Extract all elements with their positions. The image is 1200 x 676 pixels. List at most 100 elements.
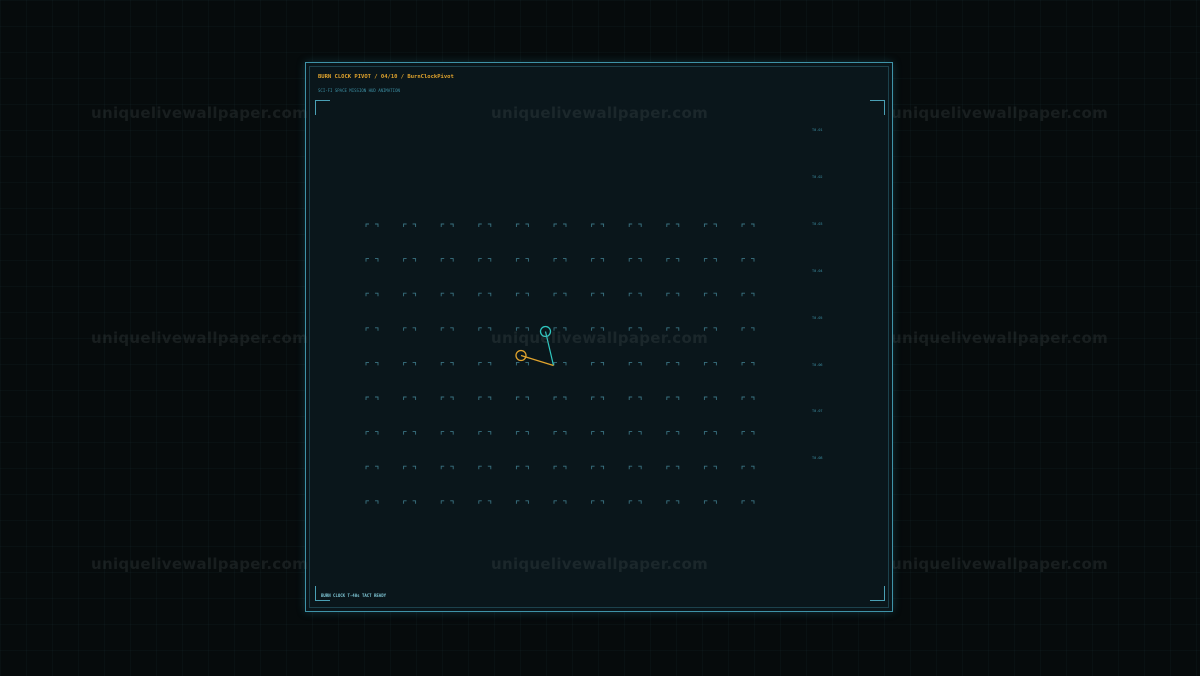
watermark-text: uniquelivewallpaper.com bbox=[91, 329, 309, 347]
grid-bracket bbox=[515, 500, 529, 504]
grid-bracket bbox=[703, 500, 717, 504]
grid-bracket bbox=[515, 292, 529, 297]
grid-bracket bbox=[666, 465, 680, 470]
grid-bracket bbox=[553, 500, 567, 504]
grid-bracket bbox=[628, 396, 642, 400]
grid-bracket bbox=[741, 431, 755, 435]
bracket-grid bbox=[365, 223, 755, 504]
grid-bracket bbox=[403, 327, 417, 331]
grid-bracket bbox=[741, 292, 755, 297]
grid-bracket bbox=[666, 500, 680, 504]
grid-bracket bbox=[591, 465, 605, 470]
watermark-text: uniquelivewallpaper.com bbox=[891, 329, 1109, 347]
watermark-text: uniquelivewallpaper.com bbox=[91, 555, 309, 573]
grid-bracket bbox=[703, 396, 717, 400]
grid-bracket bbox=[403, 361, 417, 366]
grid-bracket bbox=[666, 223, 680, 227]
watermark-text: uniquelivewallpaper.com bbox=[91, 104, 309, 122]
grid-bracket bbox=[478, 223, 492, 227]
grid-bracket bbox=[591, 258, 605, 262]
grid-bracket bbox=[628, 223, 642, 227]
grid-bracket bbox=[628, 361, 642, 366]
grid-bracket bbox=[741, 258, 755, 262]
grid-bracket bbox=[591, 431, 605, 435]
grid-bracket bbox=[365, 465, 379, 470]
grid-bracket bbox=[440, 223, 454, 227]
grid-bracket bbox=[403, 465, 417, 470]
grid-bracket bbox=[703, 223, 717, 227]
grid-bracket bbox=[515, 396, 529, 400]
grid-bracket bbox=[703, 292, 717, 297]
grid-bracket bbox=[403, 223, 417, 227]
grid-bracket bbox=[553, 258, 567, 262]
pivot-linkage bbox=[515, 325, 555, 367]
grid-bracket bbox=[515, 258, 529, 262]
grid-bracket bbox=[478, 500, 492, 504]
grid-bracket bbox=[365, 500, 379, 504]
grid-bracket bbox=[591, 327, 605, 331]
grid-bracket bbox=[365, 292, 379, 297]
grid-bracket bbox=[515, 361, 529, 366]
grid-bracket bbox=[703, 258, 717, 262]
grid-bracket bbox=[365, 327, 379, 331]
watermark-text: uniquelivewallpaper.com bbox=[891, 104, 1109, 122]
grid-bracket bbox=[440, 292, 454, 297]
grid-bracket bbox=[703, 327, 717, 331]
grid-bracket bbox=[478, 292, 492, 297]
grid-bracket bbox=[403, 258, 417, 262]
watermark-text: uniquelivewallpaper.com bbox=[891, 555, 1109, 573]
grid-bracket bbox=[365, 258, 379, 262]
grid-bracket bbox=[440, 465, 454, 470]
grid-bracket bbox=[628, 327, 642, 331]
grid-bracket bbox=[741, 223, 755, 227]
grid-bracket bbox=[365, 431, 379, 435]
grid-bracket bbox=[591, 223, 605, 227]
grid-bracket bbox=[440, 500, 454, 504]
grid-bracket bbox=[628, 465, 642, 470]
grid-bracket bbox=[666, 431, 680, 435]
grid-bracket bbox=[553, 292, 567, 297]
grid-bracket bbox=[478, 465, 492, 470]
grid-bracket bbox=[515, 223, 529, 227]
grid-bracket bbox=[591, 361, 605, 366]
grid-bracket bbox=[741, 361, 755, 366]
grid-bracket bbox=[666, 292, 680, 297]
grid-bracket bbox=[478, 431, 492, 435]
wallpaper-background: BURN CLOCK PIVOT / 04/10 / BurnClockPivo… bbox=[0, 0, 1200, 676]
grid-bracket bbox=[591, 396, 605, 400]
grid-bracket bbox=[741, 465, 755, 470]
grid-bracket bbox=[478, 361, 492, 366]
grid-bracket bbox=[628, 258, 642, 262]
grid-bracket bbox=[553, 223, 567, 227]
grid-bracket bbox=[440, 361, 454, 366]
grid-bracket bbox=[553, 465, 567, 470]
grid-bracket bbox=[478, 258, 492, 262]
grid-bracket bbox=[515, 327, 529, 331]
grid-bracket bbox=[553, 361, 567, 366]
grid-bracket bbox=[591, 500, 605, 504]
grid-bracket bbox=[403, 292, 417, 297]
grid-bracket bbox=[666, 396, 680, 400]
status-readout: BURN CLOCK T-40s TACT READY bbox=[321, 593, 387, 598]
grid-bracket bbox=[703, 465, 717, 470]
grid-bracket bbox=[666, 327, 680, 331]
grid-bracket bbox=[403, 396, 417, 400]
grid-bracket bbox=[741, 396, 755, 400]
grid-bracket bbox=[628, 500, 642, 504]
grid-bracket bbox=[440, 327, 454, 331]
grid-bracket bbox=[365, 223, 379, 227]
grid-bracket bbox=[628, 292, 642, 297]
grid-bracket bbox=[440, 258, 454, 262]
grid-bracket bbox=[666, 258, 680, 262]
grid-bracket bbox=[440, 396, 454, 400]
grid-bracket bbox=[703, 361, 717, 366]
grid-bracket bbox=[478, 327, 492, 331]
grid-bracket bbox=[515, 431, 529, 435]
grid-bracket bbox=[741, 327, 755, 331]
grid-bracket bbox=[403, 431, 417, 435]
grid-bracket bbox=[666, 361, 680, 366]
grid-bracket bbox=[628, 431, 642, 435]
grid-bracket bbox=[741, 500, 755, 504]
grid-bracket bbox=[515, 465, 529, 470]
grid-bracket bbox=[478, 396, 492, 400]
